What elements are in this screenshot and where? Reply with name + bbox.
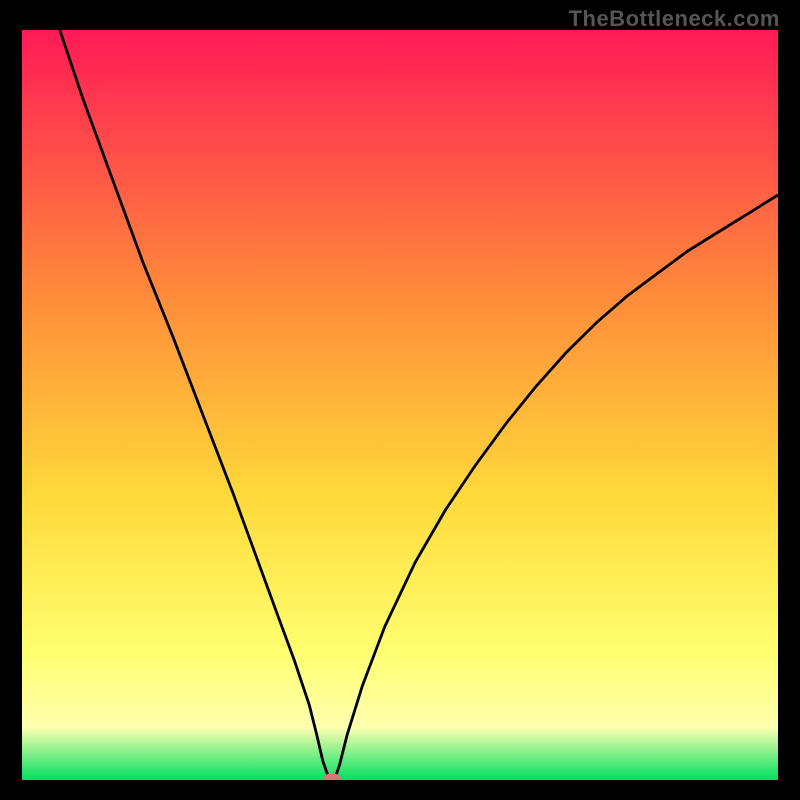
gradient-background bbox=[22, 30, 778, 780]
min-point-marker bbox=[323, 774, 341, 780]
plot-area bbox=[22, 30, 778, 780]
watermark-text: TheBottleneck.com bbox=[569, 6, 780, 32]
chart-frame: TheBottleneck.com bbox=[0, 0, 800, 800]
chart-svg bbox=[22, 30, 778, 780]
